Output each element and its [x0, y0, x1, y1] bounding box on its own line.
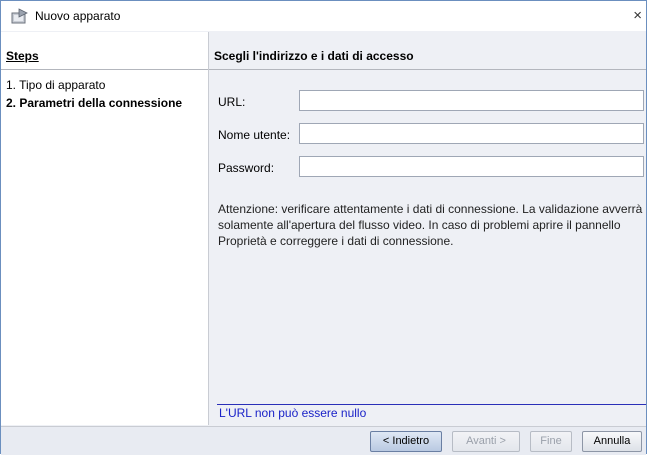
cancel-button[interactable]: Annulla: [582, 431, 642, 452]
finish-button[interactable]: Fine: [530, 431, 572, 452]
wizard-window: Nuovo apparato × Steps 1. Tipo di appara…: [0, 0, 647, 455]
password-label: Password:: [218, 161, 275, 175]
validation-error: L'URL non può essere nullo: [219, 406, 367, 420]
wizard-app-icon: [11, 8, 28, 24]
error-divider: [217, 404, 646, 405]
username-input[interactable]: [299, 123, 644, 144]
page-title: Scegli l'indirizzo e i dati di accesso: [214, 49, 414, 63]
step-item-device-type: 1. Tipo di apparato: [6, 78, 106, 92]
warning-text: Attenzione: verificare attentamente i da…: [218, 202, 643, 248]
steps-header: Steps: [6, 49, 39, 63]
content-panel: Scegli l'indirizzo e i dati di accesso U…: [209, 32, 646, 425]
username-label: Nome utente:: [218, 128, 291, 142]
back-button[interactable]: < Indietro: [370, 431, 442, 452]
button-bar: < Indietro Avanti > Fine Annulla: [1, 426, 646, 455]
url-label: URL:: [218, 95, 246, 109]
url-input[interactable]: [299, 90, 644, 111]
title-bar[interactable]: Nuovo apparato ×: [1, 1, 646, 31]
header-divider: [209, 69, 646, 70]
steps-panel: Steps 1. Tipo di apparato 2. Parametri d…: [1, 32, 209, 425]
steps-divider: [1, 69, 208, 70]
window-title: Nuovo apparato: [35, 9, 121, 23]
next-button[interactable]: Avanti >: [452, 431, 520, 452]
step-item-connection-params: 2. Parametri della connessione: [6, 96, 183, 110]
close-icon[interactable]: ×: [606, 1, 646, 31]
password-input[interactable]: [299, 156, 644, 177]
